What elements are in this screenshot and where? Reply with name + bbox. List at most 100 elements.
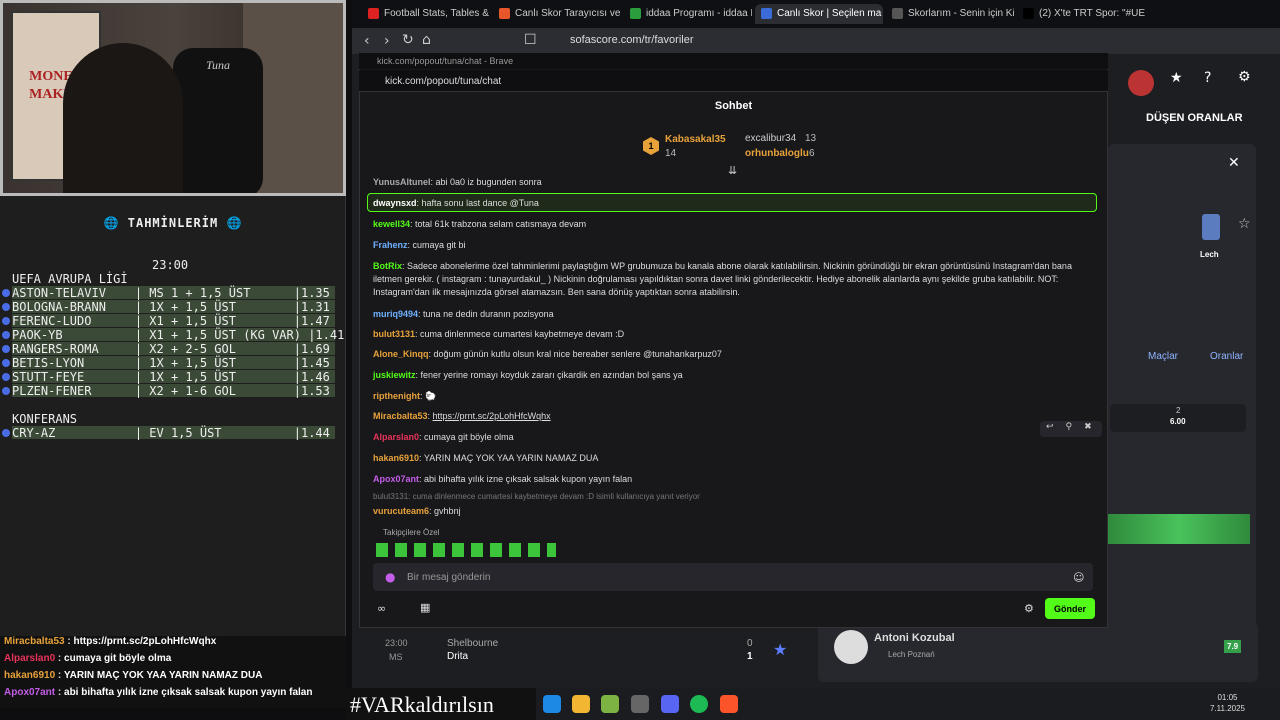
file-explorer-icon[interactable]: [572, 695, 590, 713]
bookmark-icon[interactable]: ☐: [524, 32, 537, 48]
tab-label: Canlı Skor Tarayıcısı ve Can: [515, 8, 621, 19]
chat-message[interactable]: vurucuteam6: gvhbnj: [373, 505, 1101, 518]
gear-icon[interactable]: ⚙: [1238, 69, 1251, 85]
notes-icon[interactable]: [601, 695, 619, 713]
chat-username[interactable]: Miracbalta53: [373, 411, 428, 421]
chat-message[interactable]: Alparslan0: cumaya git böyle olma: [373, 431, 1101, 444]
tab-maclar[interactable]: Maçlar: [1148, 351, 1178, 362]
row-bullet-icon: [2, 331, 10, 339]
chat-username[interactable]: bulut3131: [373, 329, 415, 339]
help-icon[interactable]: ?: [1204, 70, 1211, 86]
row-bullet-icon: [2, 345, 10, 353]
chat-username[interactable]: vurucuteam6: [373, 506, 429, 516]
player-card[interactable]: Antoni Kozubal Lech Poznań 7.9: [818, 622, 1258, 682]
reload-icon[interactable]: ↻: [402, 32, 414, 48]
send-button[interactable]: Gönder: [1045, 598, 1095, 619]
away-score: 1: [747, 651, 753, 662]
chat-text[interactable]: https://prnt.sc/2pLohHfcWqhx: [433, 411, 551, 421]
chat-username[interactable]: ripthenight: [373, 391, 420, 401]
chat-message[interactable]: juskiewitz: fener yerine romayı koyduk z…: [373, 369, 1101, 382]
store-icon[interactable]: ▦: [420, 601, 430, 614]
chat-message[interactable]: bulut3131: cuma dinlenmece cumartesi kay…: [373, 328, 1101, 341]
chat-text: abi 0a0 iz bugunden sonra: [435, 177, 542, 187]
avatar[interactable]: [1128, 70, 1154, 96]
chat-username[interactable]: BotRix: [373, 261, 402, 271]
leader-2-name[interactable]: excalibur34: [745, 133, 796, 144]
chat-message[interactable]: Apox07ant: abi bihafta yılık izne çıksak…: [373, 473, 1101, 486]
settings-icon[interactable]: ⚙: [1024, 602, 1034, 615]
chat-text: cumaya git bi: [412, 240, 466, 250]
dusen-oranlar-link[interactable]: DÜŞEN ORANLAR: [1146, 112, 1243, 124]
chat-username: Alparslan0: [4, 653, 56, 664]
tab-label: Football Stats, Tables & Dat: [384, 8, 490, 19]
back-icon[interactable]: ‹: [364, 33, 370, 49]
chat-message[interactable]: Alone_Kinqq: doğum günün kutlu olsun kra…: [373, 348, 1101, 361]
chat-message[interactable]: kewell34: total 61k trabzona selam catıs…: [373, 218, 1101, 231]
favorite-star-icon[interactable]: ★: [773, 640, 787, 659]
chat-message[interactable]: ripthenight: 🐑: [373, 390, 1101, 403]
emoji-icon[interactable]: ☺: [1073, 571, 1084, 584]
home-icon[interactable]: ⌂: [422, 32, 431, 48]
browser-tab[interactable]: Canlı Skor Tarayıcısı ve Can: [493, 4, 621, 24]
leader-3-count: 6: [809, 148, 815, 159]
mic-icon[interactable]: ●: [385, 570, 395, 584]
chat-username[interactable]: YunusAltunel: [373, 177, 431, 187]
lech-crest-icon: [1202, 214, 1220, 240]
chat-username[interactable]: muriq9494: [373, 309, 418, 319]
separator: :: [55, 670, 64, 681]
leader-3-name[interactable]: orhunbaloglu: [745, 148, 809, 159]
leader-1-name[interactable]: Kabasakal35: [665, 134, 726, 145]
browser-tab[interactable]: Football Stats, Tables & Dat: [362, 4, 490, 24]
chat-text: 🐑: [425, 391, 437, 401]
ticker-text: #VARkaldırılsın: [346, 688, 536, 720]
browser-tab[interactable]: iddaa Programı - iddaa Bült: [624, 4, 752, 24]
chat-username[interactable]: Alparslan0: [373, 432, 419, 442]
prediction-row: PAOK-YB | X1 + 1,5 ÜST (KG VAR) |1.41: [12, 328, 345, 342]
tab-label: iddaa Programı - iddaa Bült: [646, 8, 752, 19]
forward-icon[interactable]: ›: [384, 33, 390, 49]
chat-message[interactable]: Miracbalta53: https://prnt.sc/2pLohHfcWq…: [373, 410, 1101, 423]
browser-tab[interactable]: Skorlarım - Senin için Kişise: [886, 4, 1014, 24]
points-icon[interactable]: ∞: [377, 602, 386, 615]
overlay-chat-row: Apox07ant : abi bihafta yılık izne çıksa…: [0, 687, 346, 704]
browser-tab[interactable]: Canlı Skor | Seçilen ma: [755, 4, 883, 24]
prediction-row: CRY-AZ | EV 1,5 ÜST |1.44: [12, 426, 335, 440]
chat-message[interactable]: Frahenz: cumaya git bi: [373, 239, 1101, 252]
popup-address[interactable]: kick.com/popout/tuna/chat: [359, 70, 1108, 92]
chat-message[interactable]: hakan6910: YARIN MAÇ YOK YAA YARIN NAMAZ…: [373, 452, 1101, 465]
favorite-star-icon[interactable]: ☆: [1238, 216, 1251, 232]
star-icon[interactable]: ★: [1170, 70, 1183, 86]
browser-tab[interactable]: (2) X'te TRT Spor: "#UEL 1 Te: [1017, 4, 1145, 24]
start-icon[interactable]: [543, 695, 561, 713]
chat-username[interactable]: Alone_Kinqq: [373, 349, 429, 359]
chat-message[interactable]: YunusAltunel: abi 0a0 iz bugunden sonra: [373, 176, 1101, 189]
overlay-chat-row: hakan6910 : YARIN MAÇ YOK YAA YARIN NAMA…: [0, 670, 346, 687]
chat-text: Sadece abonelerime özel tahminlerimi pay…: [373, 261, 1072, 297]
close-icon[interactable]: ✕: [1228, 154, 1240, 171]
chat-message[interactable]: BotRix: Sadece abonelerime özel tahminle…: [373, 260, 1101, 299]
home-score: 0: [747, 638, 753, 649]
chat-input[interactable]: Bir mesaj gönderin: [373, 563, 1093, 591]
message-actions[interactable]: ↩⚲✖: [1040, 421, 1102, 437]
chat-message[interactable]: muriq9494: tuna ne dedin duranın pozisyo…: [373, 308, 1101, 321]
chat-text: doğum günün kutlu olsun kral nice bereab…: [433, 349, 722, 359]
tab-oranlar[interactable]: Oranlar: [1210, 351, 1243, 362]
odds-box[interactable]: 2 6.00: [1110, 404, 1246, 432]
obs-icon[interactable]: [631, 695, 649, 713]
chat-username[interactable]: hakan6910: [373, 453, 419, 463]
emote-row[interactable]: [376, 543, 556, 557]
chat-username[interactable]: dwaynsxd: [373, 198, 417, 208]
webcam-feed: MONEY MAKER Tuna: [0, 0, 346, 196]
chat-username[interactable]: kewell34: [373, 219, 410, 229]
url-text[interactable]: sofascore.com/tr/favoriler: [570, 34, 693, 46]
discord-icon[interactable]: [661, 695, 679, 713]
clock[interactable]: 01:05 7.11.2025: [1210, 692, 1245, 714]
match-row[interactable]: 23:00 MS Shelbourne Drita 0 1 ★: [359, 628, 803, 686]
address-bar[interactable]: [352, 28, 1280, 54]
chat-username[interactable]: Frahenz: [373, 240, 408, 250]
chat-username[interactable]: juskiewitz: [373, 370, 416, 380]
chat-username[interactable]: Apox07ant: [373, 474, 419, 484]
chat-message[interactable]: dwaynsxd: hafta sonu last dance @Tuna: [373, 197, 1101, 210]
brave-icon[interactable]: [720, 695, 738, 713]
spotify-icon[interactable]: [690, 695, 708, 713]
